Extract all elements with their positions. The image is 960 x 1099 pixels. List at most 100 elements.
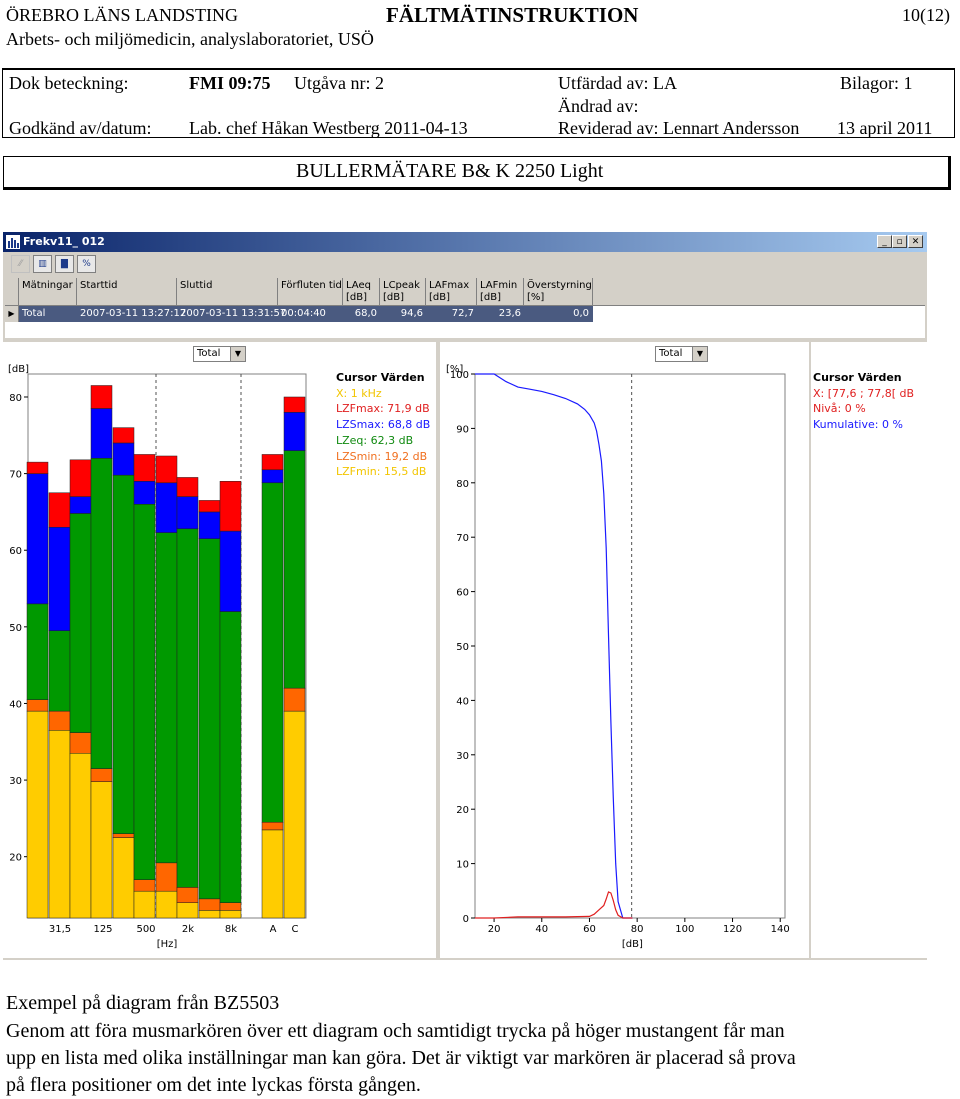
col-header-lafmax[interactable]: LAFmax [dB] [426, 278, 477, 306]
col-header-laeq[interactable]: LAeq [dB] [343, 278, 380, 306]
chart-line-icon[interactable]: ⁄⁄ [11, 255, 30, 273]
x-tick-label: 80 [631, 924, 644, 935]
y-tick-label: 20 [9, 853, 22, 864]
bar-segment-lzfmin [90, 781, 113, 919]
statistics-chart: 0102030405060708090100[%]20 40 60 80 100 120 1… [446, 364, 790, 950]
bar-segment-lzfmax [155, 455, 178, 484]
org-name: ÖREBRO LÄNS LANDSTING [6, 5, 239, 25]
bar-segment-lzeq [112, 474, 135, 834]
restore-button[interactable]: ▫ [892, 235, 907, 248]
close-button[interactable]: ✕ [908, 235, 923, 248]
bar-segment-lzeq [90, 458, 113, 769]
right-cursor-panel: Cursor Värden X: [77,6 ; 77,8[ dB Nivå: … [811, 342, 927, 958]
bar-segment-lzsmin [198, 898, 221, 911]
cursor-kumulative: Kumulative: 0 % [813, 418, 903, 432]
department: Arbets- och miljömedicin, analyslaborato… [6, 29, 374, 49]
y-tick-label: 30 [9, 776, 22, 787]
col-header-lafmin[interactable]: LAFmin [dB] [477, 278, 524, 306]
cursor-x-range: X: [77,6 ; 77,8[ dB [813, 386, 915, 400]
andrad: Ändrad av: [558, 96, 639, 116]
bar-segment-lzsmax [26, 473, 49, 605]
row-header-corner [5, 278, 19, 306]
y-tick-label: 70 [9, 470, 22, 481]
bar-segment-lzeq [69, 513, 92, 733]
bar-segment-lzfmax [176, 477, 199, 497]
percent-icon[interactable]: % [77, 255, 96, 273]
col-header-overstyrning[interactable]: Överstyrning [%] [524, 278, 593, 306]
right-cursor-box: Cursor Värden X: [77,6 ; 77,8[ dB Nivå: … [813, 370, 914, 433]
page-number: 10(12) [902, 5, 950, 25]
caption-line-1: Genom att föra musmarkören över ett diag… [6, 1020, 785, 1042]
col-header-forfluten[interactable]: Förfluten tid [278, 278, 343, 306]
cell-lafmin: 23,6 [498, 308, 521, 319]
godkand-value: Lab. chef Håkan Westberg 2011-04-13 [189, 118, 468, 138]
col-header-starttid[interactable]: Starttid [77, 278, 177, 306]
bar-segment-lzsmax [112, 442, 135, 476]
utfardad: Utfärdad av: LA [558, 73, 677, 93]
x-tick-label: 31,5 [49, 924, 71, 935]
y-tick-label: 70 [456, 533, 469, 544]
bar-segment-lzsmin [283, 687, 306, 712]
window-app-icon [6, 235, 20, 249]
bar-segment-lzeq [176, 528, 199, 888]
bar-segment-lzfmax [48, 492, 71, 528]
bar-segment-lzsmin [176, 887, 199, 903]
bar-segment-lzsmin [155, 862, 178, 892]
x-tick-label: 500 [136, 924, 155, 935]
caption-heading: Exempel på diagram från BZ5503 [6, 992, 280, 1014]
bilagor: Bilagor: 1 [840, 73, 913, 93]
bar-segment-lzsmin [133, 879, 156, 892]
bar-segment-lzfmax [283, 396, 306, 413]
y-tick-label: 60 [456, 588, 469, 599]
cursor-lzfmin-value: LZFmin: 15,5 dB [336, 465, 427, 479]
statistics-panel: Total ▼ 0 10 20 30 40 50 60 70 80 90 100 [%] 20 40 60 80… [440, 342, 809, 958]
spectrum-icon[interactable]: ▥ [33, 255, 52, 273]
bar-segment-lzsmax [283, 412, 306, 451]
bar-segment-lzfmax [69, 459, 92, 497]
bar-segment-lzsmin [90, 768, 113, 782]
bar-segment-lzsmax [48, 526, 71, 631]
cell-sluttid: 2007-03-11 13:31:57 [180, 308, 287, 319]
bar-chart-icon[interactable]: ▇ [55, 255, 74, 273]
cell-matningar: Total [22, 308, 46, 319]
spectrum-panel: Total ▼ 20 30 40 50 60 70 80 [dB] 31,5 125 500 2k 8k A… [3, 342, 436, 958]
bar-segment-lzeq [26, 603, 49, 700]
y-tick-label: 50 [456, 642, 469, 653]
cell-lcpeak: 94,6 [400, 308, 423, 319]
bar-segment-lzsmin [69, 732, 92, 754]
bar-segment-lzfmax [261, 454, 284, 471]
x-tick-label: A [270, 924, 277, 935]
y-tick-label: 60 [9, 546, 22, 557]
bar-segment-lzfmin [155, 890, 178, 919]
y-tick-label: 0 [463, 914, 469, 925]
cell-lafmax: 72,7 [451, 308, 474, 319]
bar-segment-lzfmin [26, 710, 49, 919]
x-tick-label: 140 [771, 924, 790, 935]
y-tick-label: 80 [9, 393, 22, 404]
bar-segment-lzfmax [112, 427, 135, 444]
bar-segment-lzfmin [176, 902, 199, 919]
dok-value: FMI 09:75 [189, 73, 271, 93]
cell-overstyrning: 0,0 [573, 308, 589, 319]
bar-segment-lzsmax [133, 481, 156, 505]
right-cursor-title: Cursor Värden [813, 371, 902, 384]
col-header-matningar[interactable]: Mätningar [19, 278, 77, 306]
cursor-niva: Nivå: 0 % [813, 402, 866, 416]
caption-line-2: upp en lista med olika inställningar man… [6, 1047, 796, 1069]
bar-segment-lzsmin [48, 710, 71, 731]
x-axis-label: [dB] [622, 939, 643, 950]
col-header-lcpeak[interactable]: LCpeak [dB] [380, 278, 426, 306]
x-tick-label: 20 [488, 924, 501, 935]
bar-segment-lzsmax [155, 482, 178, 533]
bar-segment-lzeq [48, 630, 71, 712]
bar-segment-lzfmin [69, 753, 92, 919]
bar-segment-lzeq [198, 538, 221, 900]
bar-segment-lzfmin [112, 837, 135, 919]
bar-segment-lzfmin [198, 910, 221, 919]
cursor-lzfmax-value: LZFmax: 71,9 dB [336, 402, 430, 416]
y-tick-label: 30 [456, 751, 469, 762]
minimize-button[interactable]: _ [877, 235, 892, 248]
left-cursor-title: Cursor Värden [336, 371, 425, 384]
col-header-sluttid[interactable]: Sluttid [177, 278, 278, 306]
cell-starttid: 2007-03-11 13:27:17 [80, 308, 187, 319]
